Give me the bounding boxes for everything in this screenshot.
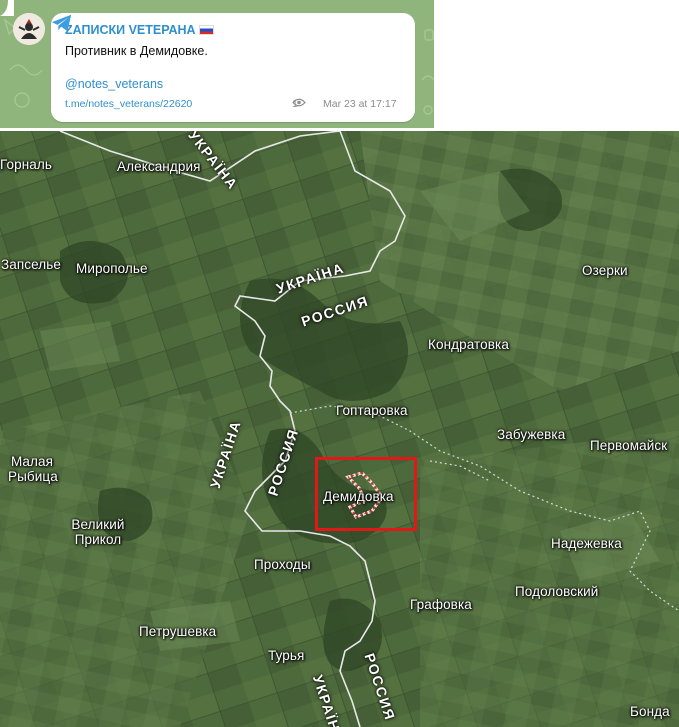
place-label-nadezhevka[interactable]: Надежевка bbox=[551, 536, 622, 551]
channel-name[interactable]: ZАПИСКИ VЕТЕРАНА bbox=[65, 23, 214, 37]
place-label-prokhody[interactable]: Проходы bbox=[254, 557, 311, 572]
place-label-gornal[interactable]: Горналь bbox=[0, 157, 52, 172]
views-counter: 1 bbox=[292, 98, 306, 110]
place-label-podolovskiy[interactable]: Подоловский bbox=[515, 584, 598, 599]
telegram-icon[interactable] bbox=[51, 13, 73, 33]
message-bubble: ZАПИСКИ VЕТЕРАНА Противник в Демидовке. … bbox=[51, 13, 415, 122]
avatar[interactable] bbox=[13, 13, 45, 45]
place-label-bonda[interactable]: Бонда bbox=[630, 704, 670, 719]
place-label-zapselye[interactable]: Запселье bbox=[1, 257, 61, 272]
chat-background: ZАПИСКИ VЕТЕРАНА Противник в Демидовке. … bbox=[0, 0, 434, 128]
place-label-grafovka[interactable]: Графовка bbox=[410, 597, 472, 612]
satellite-map[interactable]: УКРАЇНА УКРАЇНА РОССИЯ УКРАЇНА РОССИЯ РО… bbox=[0, 131, 679, 727]
place-label-pervomaiskiy[interactable]: Первомайск bbox=[590, 438, 667, 453]
bubble-tail bbox=[0, 0, 14, 16]
place-label-kondratovka[interactable]: Кондратовка bbox=[428, 337, 509, 352]
channel-handle-link[interactable]: @notes_veterans bbox=[65, 77, 163, 91]
eye-icon bbox=[292, 98, 306, 107]
post-link[interactable]: t.me/notes_veterans/22620 bbox=[65, 98, 192, 110]
message-text: Противник в Демидовке. bbox=[65, 44, 208, 58]
demidovka-highlight-box bbox=[315, 457, 417, 531]
place-label-aleksandriya[interactable]: Александрия bbox=[117, 159, 201, 174]
place-label-petrushevka[interactable]: Петрушевка bbox=[139, 624, 216, 639]
place-label-turya[interactable]: Турья bbox=[268, 648, 304, 663]
place-label-ozerki[interactable]: Озерки bbox=[582, 263, 628, 278]
channel-name-text: ZАПИСКИ VЕТЕРАНА bbox=[65, 23, 196, 37]
place-label-malaya-rybitsa[interactable]: Малая Рыбица bbox=[8, 454, 58, 484]
russia-flag-icon bbox=[198, 25, 214, 35]
place-label-velikiy-prikol[interactable]: Великий Прикол bbox=[66, 517, 130, 547]
place-label-goptarovka[interactable]: Гоптаровка bbox=[336, 403, 408, 418]
place-label-zabuzhevka[interactable]: Забужевка bbox=[497, 427, 565, 442]
place-label-miropolye[interactable]: Миропольe bbox=[76, 261, 148, 276]
map-terrain bbox=[0, 131, 679, 727]
post-timestamp: Mar 23 at 17:17 bbox=[323, 98, 397, 110]
